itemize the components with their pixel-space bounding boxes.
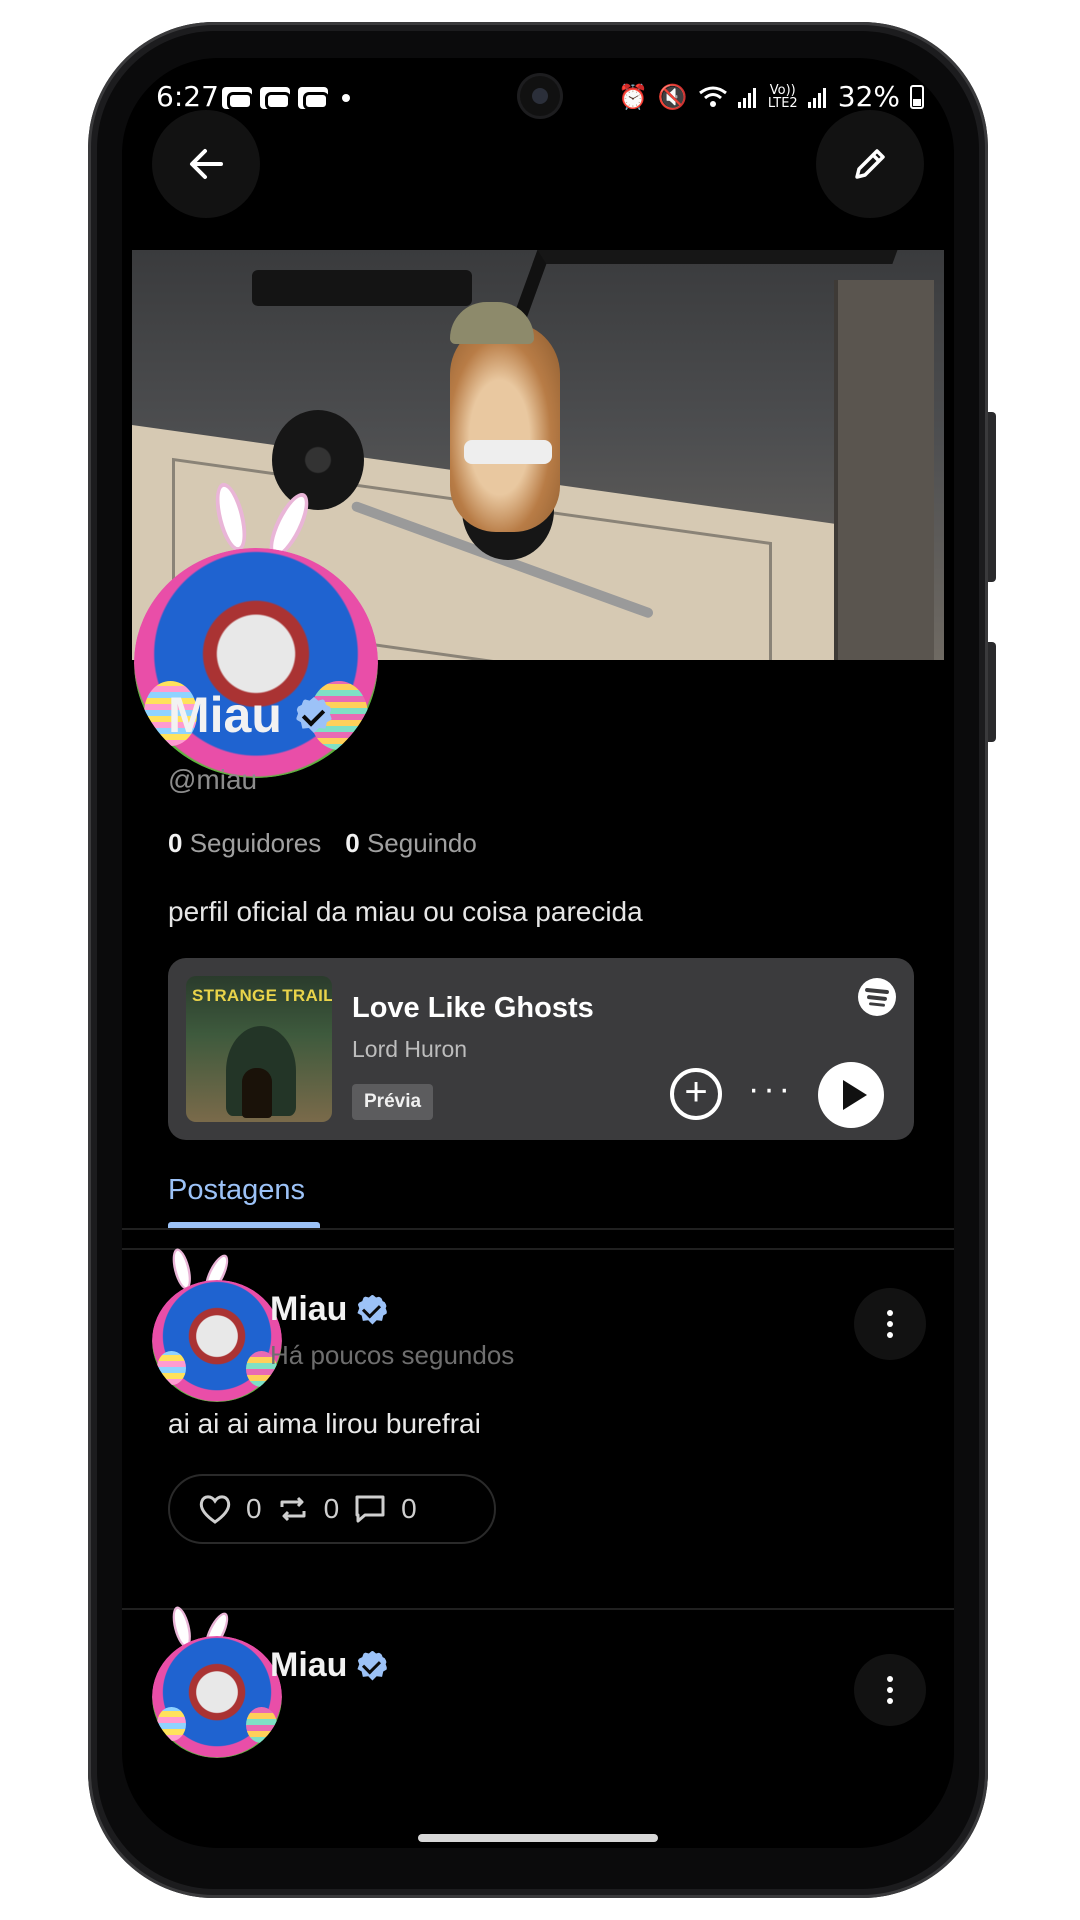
profile-name-row: Miau	[168, 686, 332, 744]
edit-profile-button[interactable]	[816, 110, 924, 218]
more-notifications-icon	[342, 94, 350, 102]
spotify-logo-icon[interactable]	[858, 978, 896, 1016]
pencil-icon	[855, 149, 885, 179]
voicemail-icon	[260, 87, 291, 110]
following-count: 0	[345, 828, 360, 858]
post-avatar[interactable]	[152, 1636, 282, 1758]
profile-bio: perfil oficial da miau ou coisa parecida	[168, 896, 643, 927]
artist-name[interactable]: Lord Huron	[352, 1036, 467, 1063]
spotify-embed[interactable]: STRANGE TRAILS Love Like Ghosts Lord Hur…	[168, 958, 914, 1140]
alarm-icon: ⏰	[617, 82, 648, 111]
volume-button	[988, 412, 996, 582]
power-button	[988, 642, 996, 742]
lifting-belt	[464, 440, 552, 464]
status-time: 6:27	[156, 80, 219, 113]
home-indicator[interactable]	[418, 1834, 658, 1842]
post-actions: 0 0 0	[168, 1474, 496, 1544]
weight-plate	[272, 410, 364, 510]
comments-count: 0	[401, 1493, 417, 1524]
verified-badge-icon	[295, 697, 332, 733]
tab-posts[interactable]: Postagens	[168, 1174, 305, 1207]
post-timestamp: Há poucos segundos	[270, 1340, 515, 1370]
divider	[122, 1608, 954, 1610]
back-button[interactable]	[152, 110, 260, 218]
likes-count: 0	[246, 1493, 262, 1524]
post-menu-button[interactable]	[854, 1288, 926, 1360]
following-link[interactable]: 0 Seguindo	[345, 828, 477, 859]
divider	[122, 1228, 954, 1230]
album-title: STRANGE TRAILS	[192, 986, 332, 1005]
album-cover: STRANGE TRAILS	[186, 976, 332, 1122]
verified-badge-icon	[357, 1294, 388, 1325]
song-title[interactable]: Love Like Ghosts	[352, 992, 594, 1025]
divider	[122, 1248, 954, 1250]
followers-label: Seguidores	[189, 828, 322, 858]
post-menu-button[interactable]	[854, 1654, 926, 1726]
profile-handle: @miau	[168, 764, 258, 795]
post-text: ai ai ai aima lirou burefrai	[168, 1408, 481, 1439]
screen: 6:27 ⏰ 🔇 Vo)) LTE2 32% Miau @miau 0 Segu…	[122, 58, 954, 1848]
more-options-button[interactable]: ···	[748, 1070, 794, 1109]
followers-link[interactable]: 0 Seguidores	[168, 828, 321, 859]
followers-count: 0	[168, 828, 183, 858]
battery-percent: 32%	[837, 80, 900, 113]
following-label: Seguindo	[366, 828, 477, 858]
post-author-row: Miau	[270, 1290, 388, 1329]
status-icons: ⏰ 🔇 Vo)) LTE2 32%	[618, 80, 924, 113]
wifi-icon	[698, 86, 727, 107]
reposts-count: 0	[323, 1493, 340, 1524]
verified-badge-icon	[357, 1650, 388, 1681]
post-avatar[interactable]	[152, 1280, 282, 1402]
voicemail-icon	[222, 87, 253, 110]
front-camera	[520, 76, 560, 116]
preview-badge: Prévia	[352, 1084, 434, 1120]
mute-icon: 🔇	[657, 82, 688, 111]
follow-stats: 0 Seguidores 0 Seguindo	[168, 828, 477, 859]
profile-name: Miau	[168, 687, 282, 743]
add-to-library-button[interactable]: +	[670, 1068, 722, 1120]
volte-label: Vo)) LTE2	[767, 82, 798, 111]
gym-machine	[252, 270, 472, 306]
signal-icon	[807, 87, 826, 108]
repost-icon[interactable]	[276, 1493, 310, 1525]
post-author-row: Miau	[270, 1646, 388, 1685]
play-button[interactable]	[818, 1062, 884, 1128]
status-bar: 6:27 ⏰ 🔇 Vo)) LTE2 32%	[122, 58, 954, 134]
battery-icon	[910, 84, 924, 109]
post-author[interactable]: Miau	[270, 1290, 347, 1329]
voicemail-icon	[298, 87, 329, 110]
arrow-left-icon	[190, 149, 223, 179]
gym-post	[834, 280, 934, 660]
hamster	[450, 322, 560, 532]
post-author[interactable]: Miau	[270, 1646, 347, 1685]
signal-icon	[737, 87, 756, 108]
comment-icon[interactable]	[353, 1493, 387, 1525]
heart-icon[interactable]	[198, 1493, 232, 1525]
